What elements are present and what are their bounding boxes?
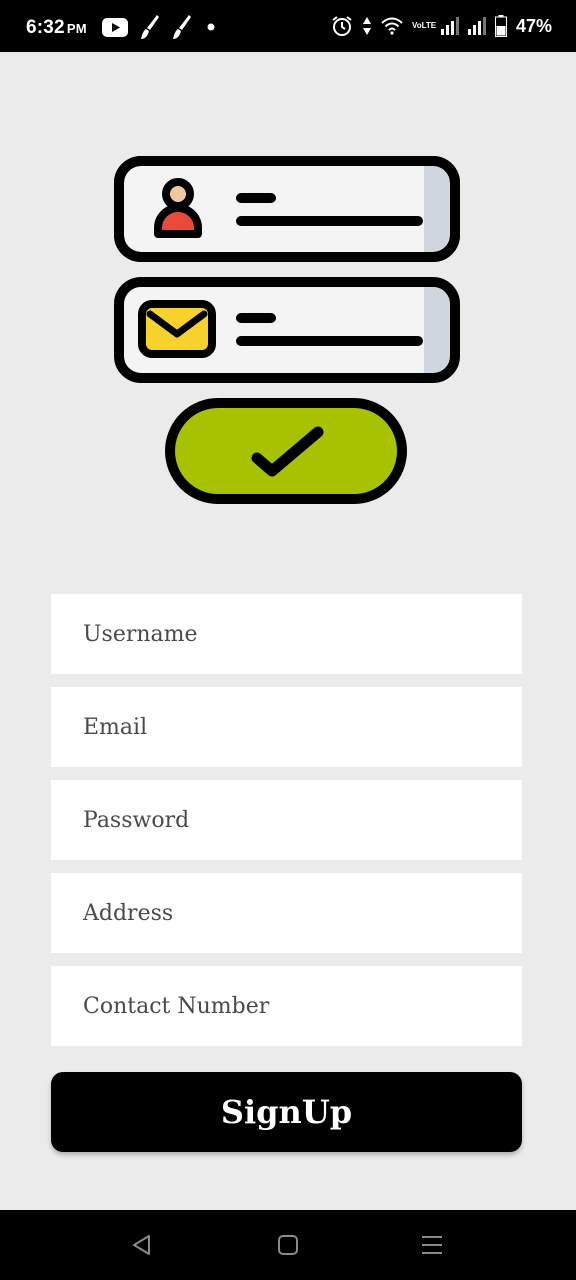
navigation-bar bbox=[0, 1210, 576, 1280]
signup-illustration bbox=[114, 156, 460, 504]
dot-icon bbox=[207, 23, 215, 31]
youtube-icon bbox=[102, 17, 128, 37]
data-arrows-icon bbox=[362, 17, 371, 35]
notification-icons bbox=[102, 15, 218, 39]
wifi-icon bbox=[381, 17, 403, 35]
address-input[interactable] bbox=[51, 873, 522, 953]
back-icon[interactable] bbox=[129, 1232, 155, 1258]
recents-menu-icon[interactable] bbox=[419, 1232, 445, 1258]
contact-number-input[interactable] bbox=[51, 966, 522, 1046]
home-icon[interactable] bbox=[275, 1232, 301, 1258]
username-input[interactable] bbox=[51, 594, 522, 674]
brush-icon bbox=[173, 15, 191, 39]
status-bar: 6:32 PM VoLTE 47% bbox=[0, 0, 576, 52]
user-card bbox=[114, 156, 460, 262]
email-input[interactable] bbox=[51, 687, 522, 767]
status-time-value: 6:32 bbox=[26, 17, 65, 38]
check-pill bbox=[165, 398, 407, 504]
email-card bbox=[114, 277, 460, 383]
status-time-ampm: PM bbox=[66, 21, 87, 36]
status-time: 6:32 PM bbox=[26, 17, 87, 39]
password-input[interactable] bbox=[51, 780, 522, 860]
alarm-icon bbox=[332, 16, 352, 36]
battery-percent: 47% bbox=[515, 15, 552, 36]
signup-button[interactable]: SignUp bbox=[51, 1072, 522, 1152]
battery-icon bbox=[494, 15, 507, 37]
signal-icon bbox=[440, 17, 459, 35]
system-status-icons: VoLTE 47% bbox=[331, 14, 552, 38]
volte-icon: VoLTE bbox=[411, 21, 437, 30]
brush-icon bbox=[141, 15, 159, 39]
mail-icon bbox=[138, 300, 216, 358]
signal-icon bbox=[467, 17, 486, 35]
signup-form bbox=[51, 594, 522, 1059]
